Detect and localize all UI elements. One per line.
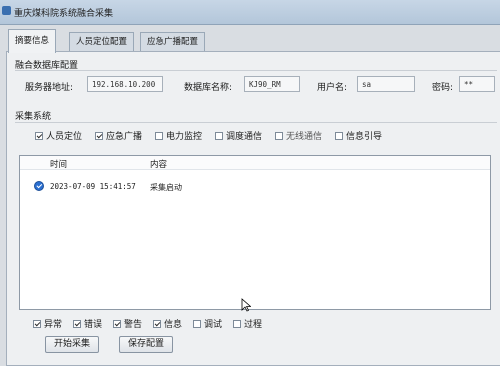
checkbox-box[interactable]: [73, 319, 81, 328]
checkbox-label: 信息引导: [346, 132, 383, 142]
save-config-button[interactable]: 保存配置: [119, 336, 174, 353]
checkbox-wireless-communication[interactable]: 无线通信: [275, 129, 322, 142]
checkbox-box[interactable]: [193, 319, 201, 328]
db-name-field[interactable]: KJ90_RM: [244, 76, 300, 92]
mouse-cursor-icon: [241, 298, 251, 312]
checkbox-box[interactable]: [155, 131, 163, 140]
username-field[interactable]: sa: [357, 76, 415, 92]
window-titlebar: 重庆煤科院系统融合采集: [0, 0, 500, 25]
checkbox-information-guidance[interactable]: 信息引导: [335, 129, 382, 142]
log-list[interactable]: 时间 内容 2023-07-09 15:41:57 采集启动: [19, 155, 491, 312]
app-icon: [2, 6, 11, 15]
checkbox-box[interactable]: [35, 131, 43, 140]
checkbox-label: 调度通信: [226, 132, 263, 142]
window-title: 重庆煤科院系统融合采集: [14, 9, 114, 19]
password-field[interactable]: **: [459, 76, 495, 92]
tab-personnel-config[interactable]: 人员定位配置: [69, 32, 135, 51]
checkbox-label: 异常: [44, 320, 63, 330]
checkbox-box[interactable]: [153, 319, 161, 328]
summary-panel: 融合数据库配置 服务器地址: 192.168.10.200 数据库名称: KJ9…: [6, 51, 500, 366]
success-check-icon: [34, 181, 44, 191]
tab-bar: 摘要信息 人员定位配置 应急广播配置: [0, 26, 500, 53]
checkbox-label: 调试: [204, 320, 223, 330]
server-label: 服务器地址:: [25, 83, 74, 93]
checkbox-box[interactable]: [95, 131, 103, 140]
checkbox-box[interactable]: [275, 131, 283, 140]
checkbox-box[interactable]: [335, 131, 343, 140]
server-address-field[interactable]: 192.168.10.200: [87, 76, 163, 92]
checkbox-label: 无线通信: [286, 132, 323, 142]
filter-process[interactable]: 过程: [233, 317, 262, 330]
checkbox-emergency-broadcast[interactable]: 应急广播: [95, 129, 142, 142]
db-config-divider: [15, 70, 497, 71]
checkbox-box[interactable]: [33, 319, 41, 328]
password-label: 密码:: [432, 83, 454, 93]
filter-warning[interactable]: 警告: [113, 317, 142, 330]
log-col-content: 内容: [150, 160, 168, 170]
filter-error[interactable]: 错误: [73, 317, 102, 330]
checkbox-box[interactable]: [215, 131, 223, 140]
collect-system-title: 采集系统: [15, 112, 52, 122]
checkbox-label: 信息: [164, 320, 183, 330]
filter-exception[interactable]: 异常: [33, 317, 62, 330]
log-row-time: 2023-07-09 15:41:57: [50, 182, 136, 191]
checkbox-label: 应急广播: [106, 132, 143, 142]
filter-info[interactable]: 信息: [153, 317, 182, 330]
checkbox-label: 错误: [84, 320, 103, 330]
checkbox-label: 过程: [244, 320, 263, 330]
collect-system-divider: [15, 122, 497, 123]
checkbox-power-monitoring[interactable]: 电力监控: [155, 129, 202, 142]
log-header: 时间 内容: [20, 156, 490, 170]
filter-debug[interactable]: 调试: [193, 317, 222, 330]
db-name-label: 数据库名称:: [184, 83, 233, 93]
start-collect-button[interactable]: 开始采集: [45, 336, 100, 353]
log-row-content: 采集启动: [150, 183, 182, 192]
checkbox-label: 警告: [124, 320, 143, 330]
checkbox-box[interactable]: [113, 319, 121, 328]
checkbox-personnel-location[interactable]: 人员定位: [35, 129, 82, 142]
log-col-time: 时间: [50, 160, 68, 170]
username-label: 用户名:: [317, 83, 348, 93]
tab-summary[interactable]: 摘要信息: [8, 29, 57, 53]
checkbox-dispatch-communication[interactable]: 调度通信: [215, 129, 262, 142]
checkbox-box[interactable]: [233, 319, 241, 328]
checkbox-label: 电力监控: [166, 132, 203, 142]
tab-broadcast-config[interactable]: 应急广播配置: [140, 32, 206, 51]
checkbox-label: 人员定位: [46, 132, 83, 142]
